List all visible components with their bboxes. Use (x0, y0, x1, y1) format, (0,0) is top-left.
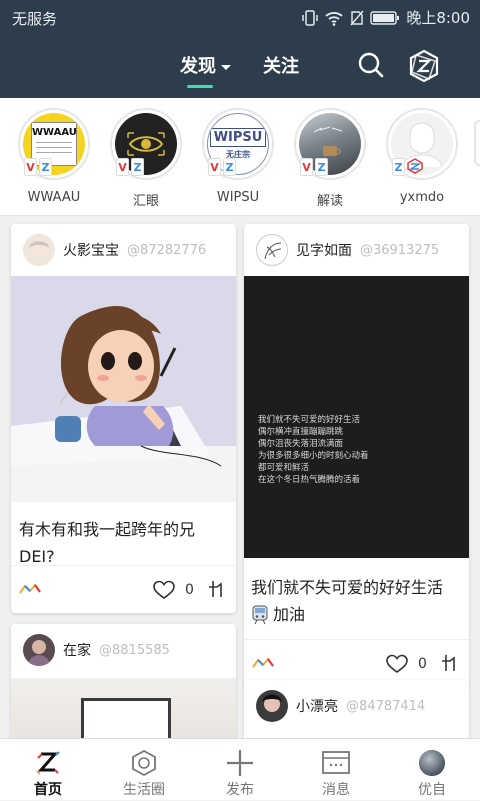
story-ring: VZ (294, 108, 366, 180)
lifecircle-icon (132, 749, 156, 777)
tab-profile[interactable]: 优自 (384, 739, 480, 801)
post-header: 在家 @8815585 (11, 624, 236, 676)
story-ring: Z (386, 108, 458, 180)
post-caption-line1: 我们就不失可爱的好好生活 (251, 578, 444, 597)
illustration-girl-drawing (11, 306, 236, 502)
story-label: 解读 (316, 194, 343, 209)
sketch-avatar-icon (264, 242, 282, 260)
girl-avatar-icon (29, 240, 49, 256)
avatar[interactable] (23, 234, 55, 266)
post-user-id: @84787414 (346, 698, 426, 714)
photo-avatar-icon (262, 694, 282, 712)
post-user-id: @8815585 (99, 642, 170, 658)
post-image[interactable] (11, 276, 236, 502)
app-logo-icon[interactable] (407, 49, 441, 83)
post-card[interactable]: 在家 @8815585 (11, 624, 236, 754)
tab-home-label: 首页 (34, 782, 62, 798)
tab-follow[interactable]: 关注 (263, 52, 299, 78)
vz-badge: VZ (208, 158, 236, 176)
tab-discover-label: 发现 (180, 56, 216, 77)
post-username[interactable]: 火影宝宝 (63, 240, 119, 260)
tab-messages-label: 消息 (322, 782, 350, 798)
vz-badge: VZ (116, 158, 144, 176)
recommended-accounts-row: WWAAU VZ WWAAU VZ 汇眼 WIPSU无庄宗 VZ WIPSU (0, 98, 480, 216)
post-username[interactable]: 见字如面 (296, 240, 352, 260)
post-username[interactable]: 小漂亮 (296, 696, 338, 716)
post-caption[interactable]: 我们就不失可爱的好好生活 加油 (244, 564, 469, 628)
story-label: 汇眼 (132, 194, 159, 209)
post-username[interactable]: 在家 (63, 640, 91, 660)
story-jiedu[interactable]: VZ 解读 (292, 108, 368, 209)
tab-discover[interactable]: 发现 (180, 52, 231, 78)
post-caption[interactable]: 有木有和我一起跨年的兄DEI? (11, 506, 236, 570)
carrier-text: 无服务 (12, 10, 58, 28)
post-card[interactable]: 火影宝宝 @87282776 有木有和我一起跨年的兄DEI? 0 (11, 224, 236, 613)
avatar[interactable] (256, 234, 288, 266)
tab-messages[interactable]: 消息 (288, 739, 384, 801)
search-icon[interactable] (357, 51, 385, 79)
bottom-tab-bar: 首页 生活圈 发布 消息 优自 (0, 738, 480, 800)
reward-icon[interactable] (440, 653, 458, 673)
tab-publish[interactable]: 发布 (192, 739, 288, 801)
post-image[interactable]: 我们就不失可爱的好好生活 偶尔横冲直撞蹦蹦跳跳 偶尔沮丧失落泪流满面 为很多很多… (244, 276, 469, 558)
tab-home[interactable]: 首页 (0, 739, 96, 801)
battery-icon (370, 10, 400, 25)
avatar[interactable] (23, 634, 55, 666)
post-caption-line2: 加油 (273, 605, 306, 624)
vz-badge: VZ (24, 158, 52, 176)
status-bar: 无服务 晚上8:00 (0, 0, 480, 36)
status-right: 晚上8:00 (302, 7, 470, 28)
post-user-id: @36913275 (360, 242, 440, 258)
like-icon[interactable] (153, 580, 175, 600)
post-header: 火影宝宝 @87282776 (11, 224, 236, 276)
tab-lifecircle[interactable]: 生活圈 (96, 739, 192, 801)
like-icon[interactable] (386, 654, 408, 674)
vz-badge: VZ (300, 158, 328, 176)
eye-logo-icon (127, 132, 165, 156)
trend-icon (19, 583, 41, 594)
post-header: 见字如面 @36913275 (244, 224, 469, 276)
active-tab-indicator (187, 85, 213, 88)
photo-avatar-icon (27, 640, 51, 666)
story-label: yxmdo (399, 190, 445, 205)
story-wwaau[interactable]: WWAAU VZ WWAAU (16, 108, 92, 205)
story-ring: WIPSU 无庄宗 VZ (202, 108, 274, 180)
story-ring: WWAAU VZ (18, 108, 90, 180)
wipsu-logo: WIPSU 无庄宗 (209, 128, 267, 160)
post-user-id: @87282776 (127, 242, 207, 258)
feed: 火影宝宝 @87282776 有木有和我一起跨年的兄DEI? 0 见字如面 @3… (0, 216, 480, 760)
wifi-icon (325, 11, 343, 26)
post-card[interactable]: 见字如面 @36913275 我们就不失可爱的好好生活 偶尔横冲直撞蹦蹦跳跳 偶… (244, 224, 469, 687)
colorful-logo-icon (407, 158, 423, 174)
story-peek (474, 120, 480, 166)
train-emoji-icon (252, 605, 268, 624)
vibrate-icon (302, 9, 319, 26)
post-header: 小漂亮 @84787414 (244, 680, 469, 732)
avatar-icon (419, 750, 445, 776)
story-label: WWAAU (27, 190, 81, 205)
story-wipsu[interactable]: WIPSU 无庄宗 VZ WIPSU (200, 108, 276, 205)
message-icon (322, 751, 350, 774)
plus-icon (227, 750, 253, 776)
story-ring: VZ (110, 108, 182, 180)
chevron-down-icon (221, 64, 231, 70)
story-yxmdo[interactable]: Z yxmdo (384, 108, 460, 205)
clock: 晚上8:00 (406, 9, 470, 27)
reward-icon[interactable] (207, 579, 225, 599)
top-nav: 发现 关注 (0, 36, 480, 98)
story-huiyan[interactable]: VZ 汇眼 (108, 108, 184, 209)
home-logo-icon (36, 751, 60, 775)
tab-lifecircle-label: 生活圈 (123, 782, 165, 798)
story-label: WIPSU (216, 190, 260, 205)
z-badge: Z (392, 158, 423, 176)
trend-icon (252, 657, 274, 668)
post-actions: 0 (11, 565, 236, 613)
no-sim-icon (350, 10, 364, 25)
tab-publish-label: 发布 (226, 782, 254, 798)
tab-profile-label: 优自 (418, 782, 446, 798)
like-count: 0 (185, 582, 194, 598)
image-poem-text: 我们就不失可爱的好好生活 偶尔横冲直撞蹦蹦跳跳 偶尔沮丧失落泪流满面 为很多很多… (258, 415, 369, 485)
avatar[interactable] (256, 690, 288, 722)
like-count: 0 (418, 656, 427, 672)
